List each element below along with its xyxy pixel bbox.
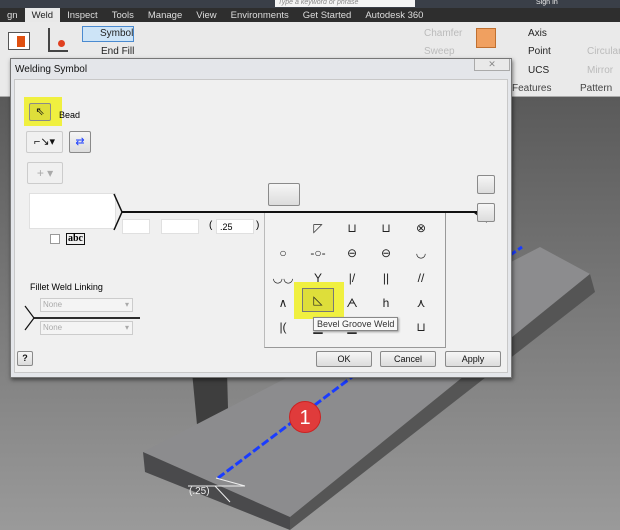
close-button[interactable]: ✕: [474, 59, 510, 71]
tab-manage[interactable]: Manage: [141, 8, 189, 22]
weld-symbol-option[interactable]: ⊖: [372, 243, 400, 263]
bead-select-button[interactable]: ⇖: [29, 103, 51, 121]
features-panel-label: Features: [512, 83, 552, 94]
swap-arrow-icon: ⇄: [75, 136, 85, 148]
weld-symbol-option[interactable]: ◡◡: [269, 268, 297, 288]
tab-design[interactable]: gn: [0, 8, 25, 22]
sweep-button[interactable]: Sweep: [424, 46, 455, 57]
fillet-weld-linking-label: Fillet Weld Linking: [30, 282, 103, 292]
paren-close: ): [256, 220, 260, 231]
ribbon-tabs: gn Weld Inspect Tools Manage View Enviro…: [0, 8, 620, 22]
cursor-arrow-icon: ⇖: [35, 106, 45, 118]
identification-line-top-button[interactable]: [477, 175, 495, 194]
ok-button[interactable]: OK: [316, 351, 372, 367]
weld-symbol-option[interactable]: //: [407, 268, 435, 288]
chamfer-button[interactable]: Chamfer: [424, 28, 462, 39]
sign-in-link[interactable]: Sign In: [536, 0, 558, 6]
weld-symbol-option[interactable]: ⊔: [407, 317, 435, 337]
end-fill-button[interactable]: End Fill: [101, 46, 134, 57]
axis-button[interactable]: Axis: [528, 28, 547, 39]
dialog-title: Welding Symbol: [15, 64, 88, 75]
prefix-field[interactable]: [29, 193, 116, 229]
weld-symbol-option[interactable]: ∧: [269, 293, 297, 313]
point-button[interactable]: Point: [528, 46, 551, 57]
identification-line-bottom-button[interactable]: [477, 203, 495, 222]
swap-symbol-button[interactable]: ⇄: [69, 131, 91, 153]
weld-symbol-option[interactable]: ◸: [304, 218, 332, 238]
leader-arrow-icon: ⌐↘▾: [33, 136, 56, 148]
tab-inspect[interactable]: Inspect: [60, 8, 105, 22]
linking-bottom-select[interactable]: None ▾: [40, 321, 133, 335]
symbol-button[interactable]: Symbol: [82, 26, 134, 42]
tab-tools[interactable]: Tools: [105, 8, 141, 22]
tab-view[interactable]: View: [189, 8, 223, 22]
tab-weld[interactable]: Weld: [24, 8, 61, 22]
circular-button[interactable]: Circular: [587, 46, 620, 57]
weld-symbol-option[interactable]: ᗅ: [338, 293, 366, 313]
weld-prep-icon[interactable]: [8, 32, 30, 50]
tail-checkbox[interactable]: [50, 234, 60, 244]
tail-note-button[interactable]: abc: [66, 233, 85, 245]
ucs-button[interactable]: UCS: [528, 65, 549, 76]
leader-arrow-dropdown[interactable]: ⌐↘▾: [26, 131, 63, 153]
crosshair-icon: + ▾: [36, 166, 54, 180]
bead-label: Bead: [59, 110, 81, 120]
weld-dimension-label: (.25): [189, 486, 210, 497]
tooltip: Bevel Groove Weld: [313, 317, 399, 331]
tab-environments[interactable]: Environments: [224, 8, 296, 22]
weld-symbol-option[interactable]: ⊖: [338, 243, 366, 263]
weld-symbol-option[interactable]: h: [372, 293, 400, 313]
weld-symbol-option[interactable]: Y: [304, 268, 332, 288]
tab-autodesk-360[interactable]: Autodesk 360: [358, 8, 430, 22]
tab-get-started[interactable]: Get Started: [296, 8, 359, 22]
fillet-weld-icon[interactable]: [48, 28, 68, 52]
weld-symbol-option[interactable]: ||: [372, 268, 400, 288]
weld-symbol-option[interactable]: ○: [269, 243, 297, 263]
search-input[interactable]: Type a keyword or phrase: [275, 0, 415, 7]
weld-symbol-option[interactable]: ⋏: [407, 293, 435, 313]
bevel-groove-weld-symbol[interactable]: ◺: [302, 288, 334, 312]
prefix-size-field[interactable]: [122, 219, 150, 234]
weld-symbol-option[interactable]: -○-: [304, 243, 332, 263]
all-around-dropdown[interactable]: + ▾: [27, 162, 63, 184]
weld-symbol-option[interactable]: ⊔: [372, 218, 400, 238]
work-plane-icon[interactable]: [476, 28, 496, 48]
paren-open: (: [209, 220, 213, 231]
cancel-button[interactable]: Cancel: [380, 351, 436, 367]
weld-symbol-option[interactable]: |/: [338, 268, 366, 288]
pattern-panel-label: Pattern: [580, 83, 613, 94]
weld-symbol-option[interactable]: |(: [269, 317, 297, 337]
mirror-button[interactable]: Mirror: [587, 65, 613, 76]
weld-symbol-option[interactable]: ⊗: [407, 218, 435, 238]
reference-size-field[interactable]: .25: [216, 219, 254, 234]
help-button[interactable]: ?: [17, 351, 33, 366]
apply-button[interactable]: Apply: [445, 351, 501, 367]
weld-symbol-option[interactable]: ⊔: [338, 218, 366, 238]
size-field[interactable]: [161, 219, 199, 234]
other-side-symbol-button[interactable]: [268, 183, 300, 206]
weld-symbol-option[interactable]: ◡: [407, 243, 435, 263]
step-badge: 1: [289, 401, 321, 433]
